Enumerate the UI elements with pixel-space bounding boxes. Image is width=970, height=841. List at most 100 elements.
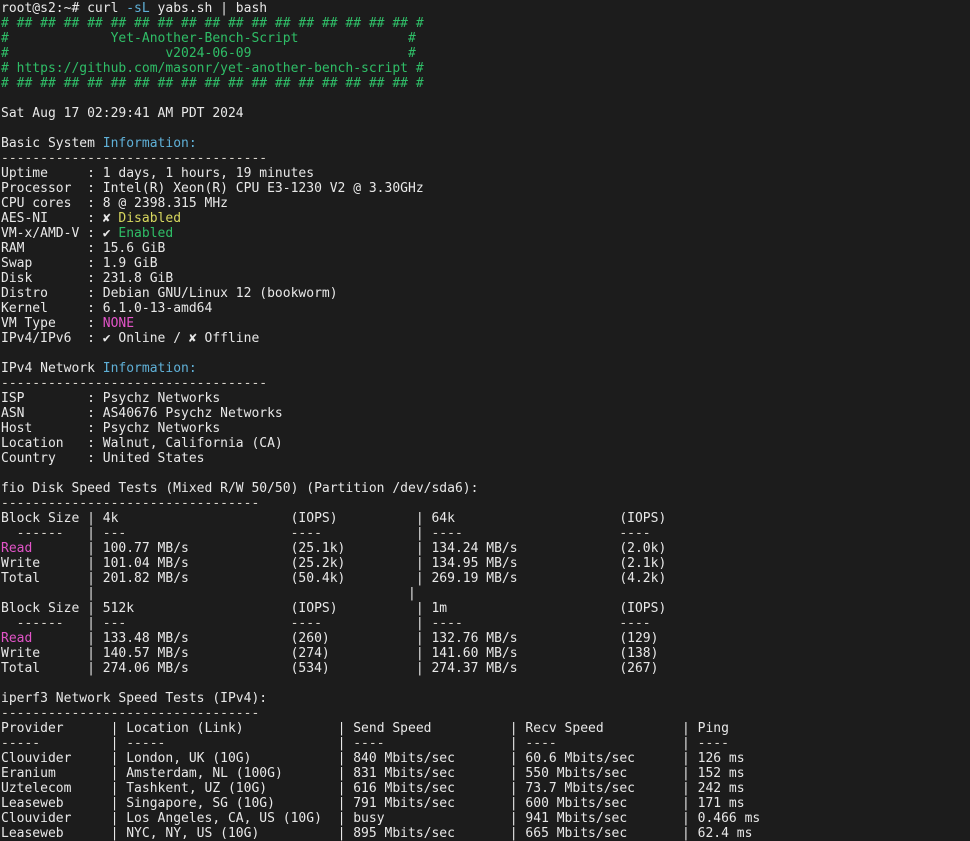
ipv4-network-heading-accent: Information: [102,361,197,376]
basic-system-row: CPU cores : 8 @ 2398.315 MHz [1,196,970,211]
separator-rule: --------------------------------- [1,496,260,511]
iperf3-col-recv: Recv Speed [525,721,682,736]
separator-rule: ---------------------------------- [1,151,268,166]
fio-c2-iops: (129) [619,631,659,646]
ipv4-network-row: Host : Psychz Networks [1,421,970,436]
column-divider: | | [1,586,416,601]
column-divider: | [87,631,103,646]
iperf3-ping: 171 ms [697,796,745,811]
fio-row: Read | 100.77 MB/s (25.1k) | 134.24 MB/s… [1,541,970,556]
column-divider: | [681,811,698,826]
row-label: AES-NI [1,211,88,226]
column-divider: | [110,826,127,841]
fio-block-header: Block Size | 512k (IOPS) | 1m (IOPS) [1,601,970,616]
column-divider: | [87,616,103,631]
dash-col1-iops: ---- [290,616,416,631]
column-divider: | [337,796,354,811]
iperf3-row: Uztelecom | Tashkent, UZ (10G) | 616 Mbi… [1,781,970,796]
dash-col1: --- [102,526,291,541]
iperf3-heading: iperf3 Network Speed Tests (IPv4): [1,691,970,706]
dash-recv: ---- [525,736,682,751]
column-divider: | [110,781,127,796]
fio-row-label: Read [1,541,88,556]
iperf3-col-provider: Provider [1,721,111,736]
row-value: ✔ Online / ✘ Offline [102,331,260,346]
basic-system-row: Disk : 231.8 GiB [1,271,970,286]
column-divider: | [509,736,526,751]
column-divider: | [509,781,526,796]
prompt-user-host: root@s2:~# [1,1,88,16]
basic-system-heading-text: Basic System [1,136,103,151]
row-label: Distro [1,286,88,301]
column-divider: | [337,811,354,826]
row-value: Psychz Networks [102,421,221,436]
fio-c2-iops: (2.1k) [619,556,667,571]
row-label: Country [1,451,88,466]
fio-col1-size: 4k [102,511,291,526]
basic-system-row: Uptime : 1 days, 1 hours, 19 minutes [1,166,970,181]
column-divider: | [110,751,127,766]
basic-system-heading: Basic System Information: [1,136,970,151]
column-divider: | [681,826,698,841]
iperf3-ping: 152 ms [697,766,745,781]
ipv4-network-heading: IPv4 Network Information: [1,361,970,376]
dash-label: ------ [1,526,88,541]
column-divider: | [415,631,432,646]
dash-col2-iops: ---- [619,616,651,631]
fio-c2-iops: (4.2k) [619,571,667,586]
banner-edge: # [408,46,416,61]
terminal-screen[interactable]: root@s2:~# curl -sL yabs.sh | bash # ## #… [0,0,970,841]
fio-col1-iops-header: (IOPS) [290,511,416,526]
row-value: AS40676 Psychz Networks [102,406,283,421]
fio-c2-speed: 141.60 MB/s [431,646,620,661]
basic-system-row: RAM : 15.6 GiB [1,241,970,256]
iperf3-provider: Eranium [1,766,111,781]
column-divider: | [509,796,526,811]
row-label: ASN [1,406,88,421]
column-divider: | [415,541,432,556]
fio-col-blocksize: Block Size [1,511,88,526]
basic-system-row: AES-NI : ✘ Disabled [1,211,970,226]
row-value: 1.9 GiB [102,256,158,271]
row-value: 15.6 GiB [102,241,166,256]
iperf3-recv-speed: 941 Mbits/sec [525,811,682,826]
banner-rule: # ## ## ## ## ## ## ## ## ## ## ## ## ##… [1,16,424,31]
row-colon: : [87,241,103,256]
fio-row-label: Total [1,661,88,676]
iperf3-separator: --------------------------------- [1,706,970,721]
fio-row-label: Write [1,556,88,571]
row-value: 6.1.0-13-amd64 [102,301,213,316]
row-colon: : [87,286,103,301]
fio-col-blocksize: Block Size [1,601,88,616]
iperf3-provider: Uztelecom [1,781,111,796]
prompt-line[interactable]: root@s2:~# curl -sL yabs.sh | bash [1,1,970,16]
row-value: United States [102,451,205,466]
row-value: Debian GNU/Linux 12 (bookworm) [102,286,338,301]
row-colon: : [87,436,103,451]
fio-block-spacer: | | [1,586,970,601]
banner-rule: # ## ## ## ## ## ## ## ## ## ## ## ## ##… [1,76,424,91]
column-divider: | [509,766,526,781]
column-divider: | [415,646,432,661]
column-divider: | [110,736,127,751]
column-divider: | [681,736,698,751]
row-value: Psychz Networks [102,391,221,406]
iperf3-recv-speed: 73.7 Mbits/sec [525,781,682,796]
iperf3-row: Eranium | Amsterdam, NL (100G) | 831 Mbi… [1,766,970,781]
banner-rule-bottom: # ## ## ## ## ## ## ## ## ## ## ## ## ##… [1,76,970,91]
column-divider: | [509,751,526,766]
banner-version-line: # v2024-06-09 # [1,46,970,61]
fio-row: Write | 140.57 MB/s (274) | 141.60 MB/s … [1,646,970,661]
iperf3-ping: 126 ms [697,751,745,766]
iperf3-location: Amsterdam, NL (100G) [126,766,338,781]
basic-system-heading-accent: Information: [102,136,197,151]
fio-c1-speed: 100.77 MB/s [102,541,291,556]
fio-c2-speed: 134.95 MB/s [431,556,620,571]
iperf3-row: Clouvider | Los Angeles, CA, US (10G) | … [1,811,970,826]
column-divider: | [415,601,432,616]
fio-col2-size: 1m [431,601,620,616]
iperf3-send-speed: 831 Mbits/sec [353,766,510,781]
row-colon: : [87,331,103,346]
